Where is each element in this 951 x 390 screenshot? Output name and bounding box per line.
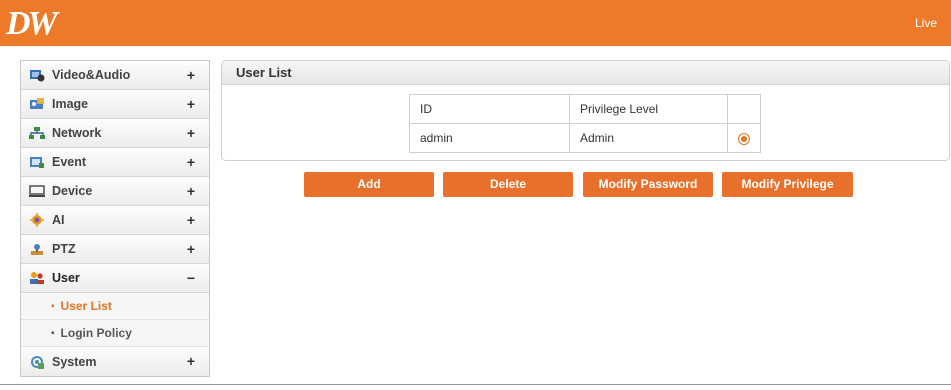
expand-icon[interactable]: + [187,353,195,369]
sidebar-subitem-login-policy[interactable]: ▪ Login Policy [21,320,209,347]
column-header-privilege: Privilege Level [569,94,728,124]
sidebar-item-label: Video&Audio [52,68,131,82]
collapse-icon[interactable]: − [187,270,195,286]
sidebar-subitem-user-list[interactable]: ▪ User List [21,293,209,320]
image-icon [29,97,45,111]
user-select-radio[interactable] [738,132,750,145]
system-icon [29,355,45,369]
sidebar-item-network[interactable]: Network + [21,119,209,148]
network-icon [29,126,45,140]
sidebar-item-label: AI [52,213,65,227]
sidebar-item-ai[interactable]: AI + [21,206,209,235]
sidebar-item-label: Image [52,97,89,111]
modify-password-button[interactable]: Modify Password [583,172,713,197]
bullet-icon: ▪ [51,300,55,312]
sidebar-menu: Video&Audio + Image + Network + Event + … [20,60,210,377]
user-icon [29,271,45,285]
panel-title: User List [222,61,949,85]
sidebar-item-label: PTZ [52,242,76,256]
ai-icon [29,213,45,227]
delete-button[interactable]: Delete [443,172,573,197]
sidebar-item-label: Network [52,126,102,140]
expand-icon[interactable]: + [187,154,195,170]
event-icon [29,155,45,169]
device-icon [29,184,45,198]
expand-icon[interactable]: + [187,241,195,257]
expand-icon[interactable]: + [187,96,195,112]
add-button[interactable]: Add [304,172,434,197]
select-cell [727,123,761,153]
bullet-icon: ▪ [51,327,55,339]
dw-logo: DW [6,5,58,42]
video-audio-icon [29,68,45,82]
modify-privilege-button[interactable]: Modify Privilege [722,172,853,197]
user-table: ID Privilege Level admin Admin [409,94,761,153]
sidebar-item-image[interactable]: Image + [21,90,209,119]
column-header-id: ID [409,94,570,124]
user-id-cell: admin [409,123,570,153]
column-header-select [727,94,761,124]
bottom-divider [0,384,951,385]
sidebar-item-device[interactable]: Device + [21,177,209,206]
privilege-cell: Admin [569,123,728,153]
sidebar-item-label: Event [52,155,87,169]
user-list-panel: User List ID Privilege Level admin Admin [221,60,950,161]
table-row[interactable]: admin Admin [409,123,761,153]
sidebar-item-system[interactable]: System + [21,347,209,376]
sidebar-item-ptz[interactable]: PTZ + [21,235,209,264]
expand-icon[interactable]: + [187,125,195,141]
sidebar-item-label: User [52,271,80,285]
sidebar-item-label: System [52,354,97,369]
top-bar: DW Live [0,0,951,46]
live-link[interactable]: Live [915,16,937,30]
expand-icon[interactable]: + [187,67,195,83]
sidebar-item-user[interactable]: User − [21,264,209,293]
sidebar-item-label: Device [52,184,93,198]
sidebar-subitem-label: User List [60,299,112,313]
ptz-icon [29,242,45,256]
expand-icon[interactable]: + [187,183,195,199]
expand-icon[interactable]: + [187,212,195,228]
sidebar-item-video-audio[interactable]: Video&Audio + [21,61,209,90]
table-header-row: ID Privilege Level [409,94,761,124]
sidebar-item-event[interactable]: Event + [21,148,209,177]
sidebar-subitem-label: Login Policy [60,326,132,340]
